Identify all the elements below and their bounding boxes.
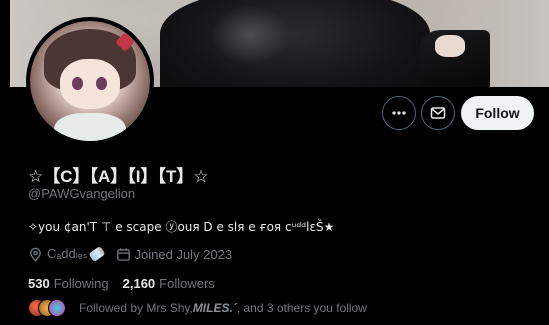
- following-link[interactable]: 530 Following: [28, 276, 109, 291]
- profile-meta: Cₐddₗₑₛ Joined July 2023: [28, 245, 233, 263]
- followers-you-know[interactable]: Followed by Mrs Shy, MILES.´ , and 3 oth…: [28, 299, 367, 317]
- banner-figure: [160, 0, 430, 87]
- avatar-face: [60, 59, 120, 109]
- followed-by-prefix: Followed by Mrs Shy,: [79, 301, 193, 315]
- joined-item: Joined July 2023: [116, 246, 233, 262]
- followers-count: 2,160: [122, 276, 156, 291]
- profile-page: Follow ☆【C】【A】【I】【T】☆ @PAWGvangelion ✧yo…: [0, 0, 549, 325]
- bottle-emoji: [87, 245, 106, 263]
- mutual-avatars: [28, 299, 68, 317]
- avatar-eye-left: [72, 77, 83, 90]
- profile-avatar[interactable]: [26, 17, 154, 145]
- map-pin-icon: [30, 247, 41, 261]
- followers-label: Followers: [159, 276, 215, 291]
- avatar-eye-right: [96, 77, 107, 90]
- calendar-icon: [116, 247, 130, 261]
- display-name: ☆【C】【A】【I】【T】☆: [28, 167, 209, 186]
- followed-by-emph: MILES.´: [192, 301, 237, 315]
- banner-hand: [435, 35, 465, 57]
- following-count: 530: [28, 276, 50, 291]
- banner-highlight: [210, 5, 290, 65]
- joined-text: Joined July 2023: [134, 246, 233, 262]
- location-item: Cₐddₗₑₛ: [28, 245, 106, 263]
- avatar-body: [54, 113, 126, 141]
- location-text: Cₐddₗₑₛ: [47, 246, 88, 261]
- followed-by-suffix: , and 3 others you follow: [236, 301, 367, 315]
- profile-bio: ✧you ¢an'T ⊤ e ѕcape ⓨouя D e ѕlя e ғoя …: [28, 220, 335, 234]
- following-label: Following: [53, 276, 109, 291]
- message-button[interactable]: [421, 96, 455, 130]
- envelope-icon: [430, 107, 446, 119]
- mutual-avatar: [48, 299, 66, 317]
- profile-handle: @PAWGvangelion: [28, 186, 136, 201]
- follow-stats: 530 Following 2,160 Followers: [28, 276, 215, 291]
- follow-button[interactable]: Follow: [461, 96, 534, 130]
- followers-link[interactable]: 2,160 Followers: [123, 276, 215, 291]
- more-dots-icon: [392, 111, 406, 115]
- more-options-button[interactable]: [382, 96, 416, 130]
